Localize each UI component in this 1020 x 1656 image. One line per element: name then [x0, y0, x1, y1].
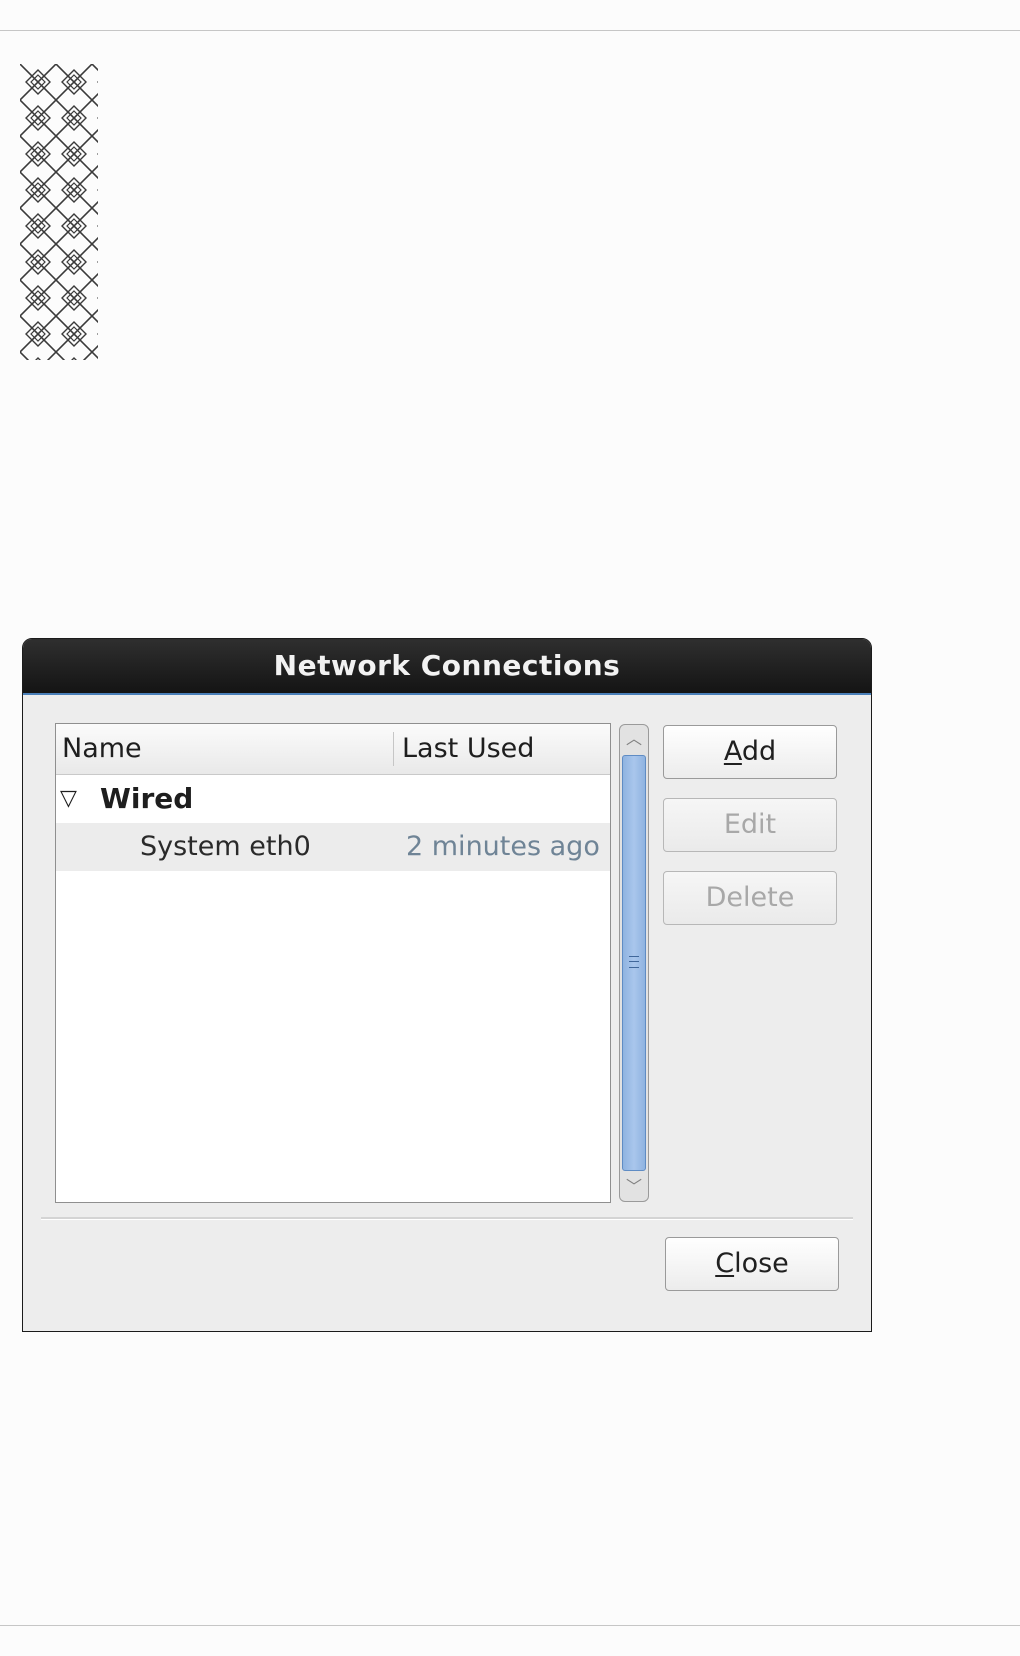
delete-button[interactable]: Delete [663, 871, 837, 925]
scrollbar-thumb[interactable] [622, 755, 646, 1171]
list-scrollbar[interactable]: ︿ ﹀ [619, 724, 649, 1202]
delete-button-label: Delete [705, 882, 795, 913]
column-header-name[interactable]: Name [62, 724, 142, 774]
column-divider [393, 732, 394, 766]
group-row-wired[interactable]: ▽ Wired [56, 775, 610, 823]
connection-name: System eth0 [140, 831, 311, 862]
add-button-mnemonic: A [723, 736, 742, 767]
add-button-label: dd [741, 736, 777, 767]
list-header: Name Last Used [56, 724, 610, 775]
close-button-label: lose [734, 1248, 789, 1279]
close-button[interactable]: Close [665, 1237, 839, 1291]
add-button[interactable]: Add [663, 725, 837, 779]
connections-list[interactable]: Name Last Used ▽ Wired System eth0 2 min… [55, 723, 611, 1203]
bottom-divider [0, 1625, 1020, 1626]
top-divider [0, 30, 1020, 31]
dialog-separator [41, 1217, 853, 1220]
decorative-pattern-graphic [20, 64, 98, 360]
close-button-mnemonic: C [715, 1248, 735, 1279]
connection-row[interactable]: System eth0 2 minutes ago [56, 823, 610, 871]
network-connections-dialog: Network Connections Name Last Used ▽ Wir… [22, 638, 872, 1332]
expand-triangle-icon[interactable]: ▽ [60, 775, 77, 823]
scroll-up-arrow-icon[interactable]: ︿ [620, 725, 648, 753]
grip-icon [629, 956, 639, 968]
scroll-down-arrow-icon[interactable]: ﹀ [620, 1173, 648, 1201]
edit-button-label: Edit [723, 809, 777, 840]
column-header-last-used[interactable]: Last Used [402, 724, 534, 774]
group-label: Wired [100, 782, 194, 815]
connection-last-used: 2 minutes ago [406, 831, 600, 862]
window-title[interactable]: Network Connections [23, 639, 871, 695]
edit-button[interactable]: Edit [663, 798, 837, 852]
